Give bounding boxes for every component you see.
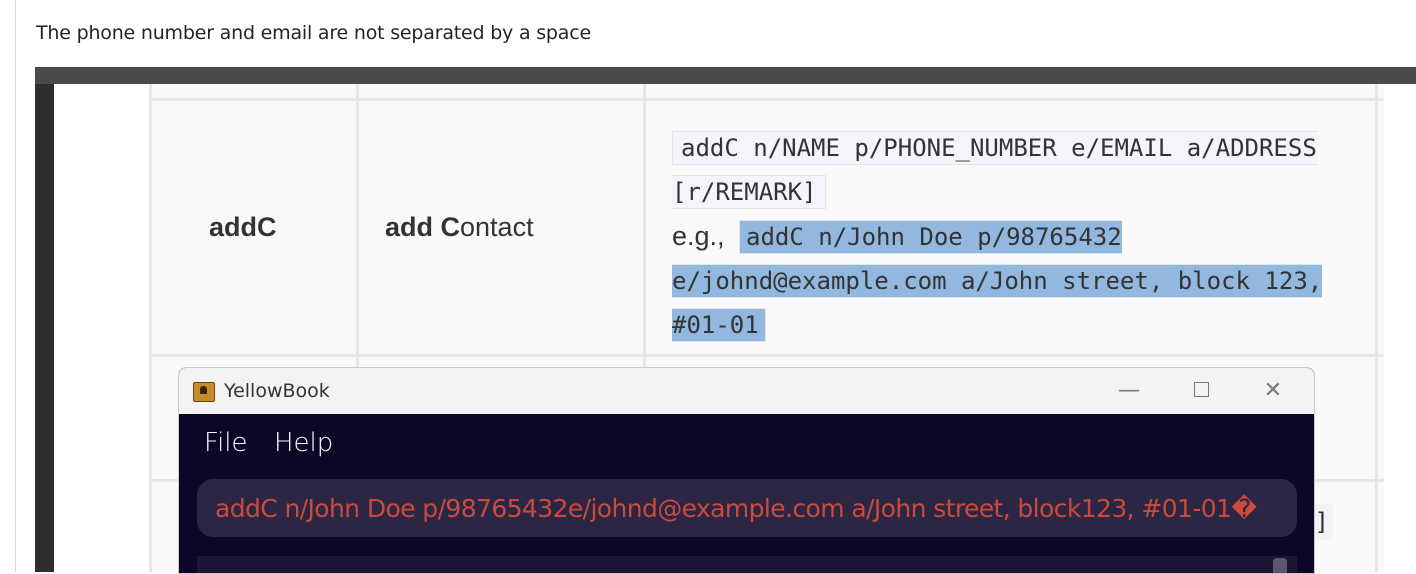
yellowbook-app-window: YellowBook — ✕ File Help addC n/John Doe…	[178, 367, 1315, 574]
app-book-icon	[193, 382, 215, 402]
issue-description: The phone number and email are not separ…	[36, 22, 591, 44]
table-border	[1375, 84, 1378, 572]
window-titlebar[interactable]: YellowBook — ✕	[179, 368, 1314, 414]
result-display-panel	[197, 556, 1297, 573]
maximize-button[interactable]	[1179, 376, 1223, 406]
table-border	[149, 84, 152, 572]
command-input-text: addC n/John Doe p/98765432e/johnd@exampl…	[215, 494, 1257, 523]
close-button[interactable]: ✕	[1251, 376, 1295, 406]
minimize-button[interactable]: —	[1107, 376, 1151, 406]
table-border	[149, 98, 1384, 101]
example-label: e.g.,	[672, 221, 725, 251]
menu-help[interactable]: Help	[274, 428, 333, 458]
table-border	[149, 354, 1384, 357]
table-cell-action: add Contact	[385, 212, 534, 243]
action-bold-part: add C	[385, 212, 461, 242]
table-cell-command: addC	[209, 212, 277, 242]
table-cell-format: addC n/NAME p/PHONE_NUMBER e/EMAIL a/ADD…	[672, 126, 1332, 347]
window-title: YellowBook	[224, 380, 330, 402]
example-code-highlighted[interactable]: addC n/John Doe p/98765432 e/johnd@examp…	[672, 220, 1323, 342]
format-code: addC n/NAME p/PHONE_NUMBER e/EMAIL a/ADD…	[672, 131, 1317, 209]
menu-bar: File Help	[179, 414, 1314, 472]
comment-left-border	[15, 0, 16, 572]
command-input[interactable]: addC n/John Doe p/98765432e/johnd@exampl…	[197, 479, 1297, 537]
screenshot-top-strip	[35, 67, 1416, 84]
maximize-icon	[1193, 382, 1209, 397]
action-rest-part: ontact	[460, 212, 534, 242]
menu-file[interactable]: File	[204, 428, 248, 458]
